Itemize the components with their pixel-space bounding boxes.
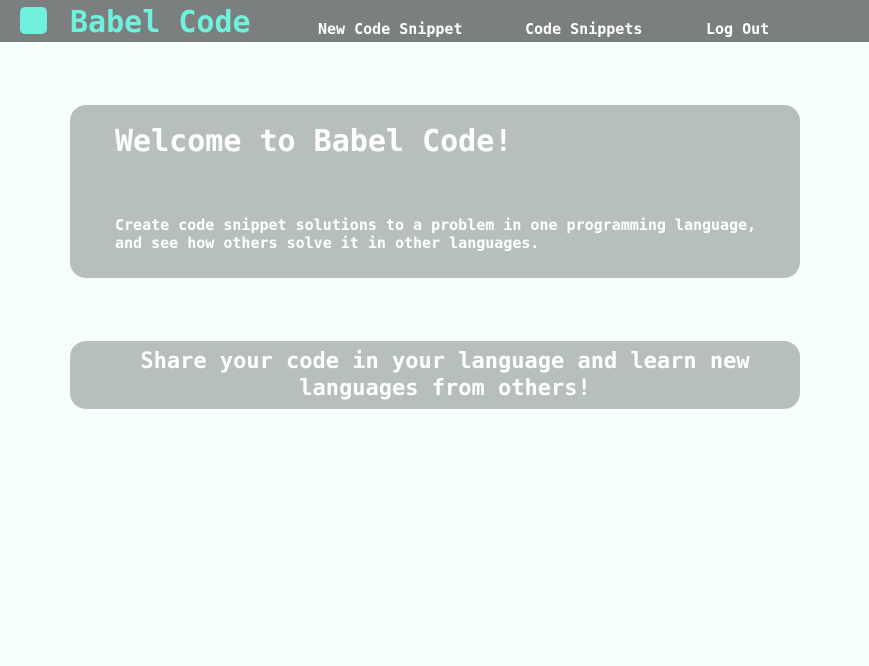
welcome-title: Welcome to Babel Code! <box>115 124 513 159</box>
nav-code-snippets-link[interactable]: Code Snippets <box>525 19 642 39</box>
welcome-card: Welcome to Babel Code! Create code snipp… <box>70 105 800 278</box>
nav-log-out-link[interactable]: Log Out <box>706 19 769 39</box>
square-logo-icon[interactable] <box>20 7 47 34</box>
brand-title[interactable]: Babel Code <box>70 4 251 42</box>
share-card: Share your code in your language and lea… <box>70 341 800 409</box>
share-message: Share your code in your language and lea… <box>140 349 750 401</box>
nav-new-code-snippet-link[interactable]: New Code Snippet <box>318 19 463 39</box>
welcome-description: Create code snippet solutions to a probl… <box>115 216 757 252</box>
top-navigation-bar: Babel Code New Code Snippet Code Snippet… <box>0 0 869 42</box>
